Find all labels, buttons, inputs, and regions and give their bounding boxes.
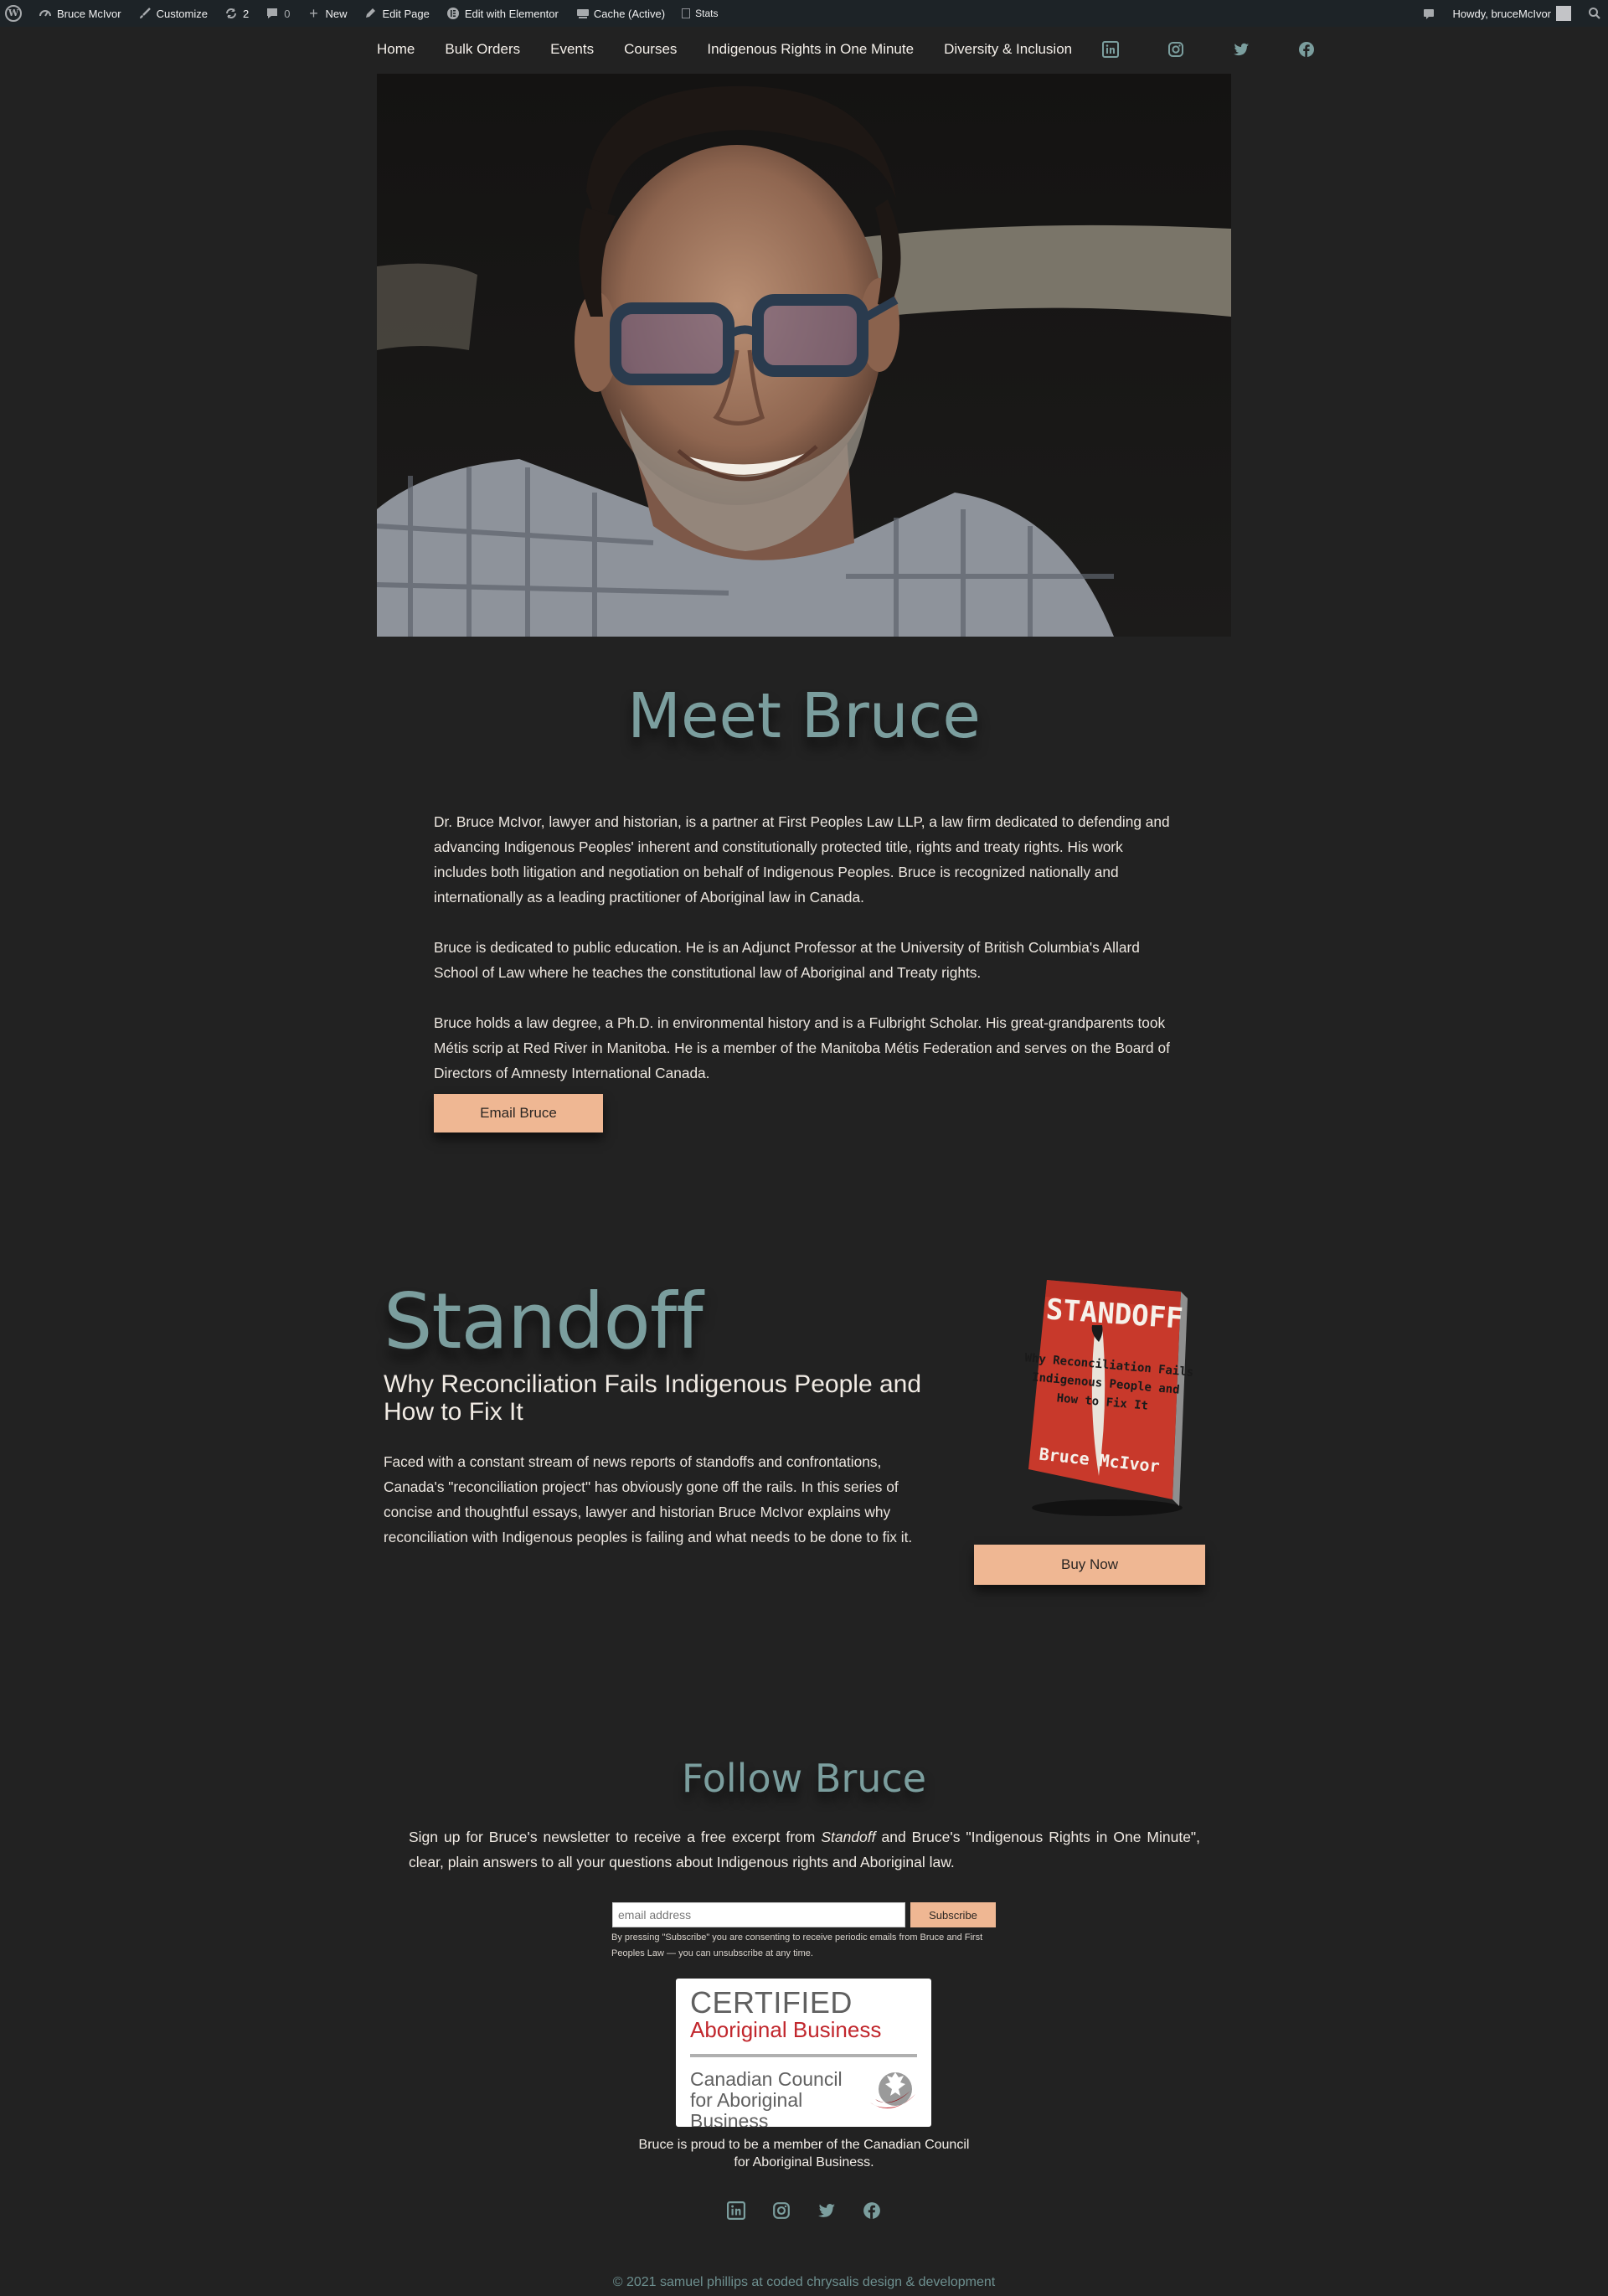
comments-count: 0 <box>284 7 291 20</box>
customize-label: Customize <box>156 7 208 20</box>
main-nav: Home Bulk Orders Events Courses Indigeno… <box>377 27 1315 72</box>
cert-line-aboriginal-business: Aboriginal Business <box>690 2017 882 2042</box>
follow-bruce-title: Follow Bruce <box>681 1756 927 1801</box>
email-bruce-button[interactable]: Email Bruce <box>434 1094 603 1133</box>
instagram-icon[interactable] <box>1167 41 1184 58</box>
elementor-icon <box>446 7 460 20</box>
edit-page-link[interactable]: Edit Page <box>355 0 437 27</box>
book-cover[interactable]: STANDOFF Why Reconciliation Fails Indige… <box>1015 1275 1199 1518</box>
linkedin-icon[interactable] <box>727 2201 745 2220</box>
my-account-menu[interactable]: Howdy, bruceMcIvor <box>1444 0 1580 27</box>
book-title: Standoff <box>384 1277 704 1366</box>
nav-item-home[interactable]: Home <box>377 41 415 58</box>
cache-menu[interactable]: Cache (Active) <box>567 0 673 27</box>
wordpress-icon: W <box>5 5 22 22</box>
cert-divider <box>690 2054 917 2057</box>
nav-item-diversity-inclusion[interactable]: Diversity & Inclusion <box>944 41 1072 58</box>
header-social-links <box>1102 41 1345 58</box>
linkedin-icon[interactable] <box>1102 41 1120 58</box>
notifications-link[interactable] <box>1414 0 1444 27</box>
portrait-illustration <box>377 74 1231 637</box>
nav-item-bulk-orders[interactable]: Bulk Orders <box>445 41 520 58</box>
site-name-menu[interactable]: Bruce McIvor <box>30 0 130 27</box>
comments-link[interactable]: 0 <box>257 0 298 27</box>
stats-link[interactable]: Stats <box>673 0 726 27</box>
admin-search[interactable] <box>1580 0 1608 27</box>
cert-line-certified: CERTIFIED <box>690 1985 853 2020</box>
plus-icon: + <box>309 5 318 22</box>
bio-paragraph: Bruce is dedicated to public education. … <box>434 939 1140 981</box>
book-description: Faced with a constant stream of news rep… <box>384 1453 913 1545</box>
cache-label: Cache (Active) <box>593 7 666 20</box>
membership-caption: Bruce is proud to be a member of the Can… <box>638 2138 970 2170</box>
footer-social-links <box>727 2201 881 2220</box>
updates-link[interactable]: 2 <box>216 0 257 27</box>
new-label: New <box>325 7 348 20</box>
nav-item-courses[interactable]: Courses <box>624 41 677 58</box>
updates-icon <box>224 7 238 20</box>
howdy-label: Howdy, bruceMcIvor <box>1452 7 1551 20</box>
updates-count: 2 <box>243 7 250 20</box>
newsletter-email-input[interactable] <box>612 1902 905 1927</box>
book-cover-art: STANDOFF Why Reconciliation Fails Indige… <box>1024 1280 1194 1516</box>
edit-elementor-label: Edit with Elementor <box>464 7 559 20</box>
paintbrush-icon <box>138 7 152 20</box>
copyright-text: © 2021 samuel phillips at coded chrysali… <box>612 2275 996 2289</box>
wp-logo-menu[interactable]: W <box>0 0 30 27</box>
facebook-icon[interactable] <box>863 2201 881 2220</box>
edit-page-label: Edit Page <box>382 7 430 20</box>
notification-icon <box>1422 7 1435 20</box>
ccab-certification-badge[interactable]: CERTIFIED Aboriginal Business Canadian C… <box>676 1979 931 2127</box>
edit-elementor-link[interactable]: Edit with Elementor <box>438 0 567 27</box>
hero-portrait <box>377 74 1231 637</box>
facebook-icon[interactable] <box>1298 41 1315 58</box>
customize-link[interactable]: Customize <box>130 0 216 27</box>
twitter-icon[interactable] <box>1233 41 1250 58</box>
newsletter-description: Sign up for Bruce's newsletter to receiv… <box>409 1824 1200 1875</box>
comment-icon <box>265 7 279 20</box>
broken-image-icon <box>682 8 691 18</box>
meet-bruce-title: Meet Bruce <box>627 680 981 752</box>
twitter-icon[interactable] <box>817 2201 836 2220</box>
nav-item-indigenous-rights[interactable]: Indigenous Rights in One Minute <box>707 41 914 58</box>
bio-text: Dr. Bruce McIvor, lawyer and historian, … <box>434 809 1171 1111</box>
dashboard-icon <box>39 7 52 20</box>
subscribe-button[interactable]: Subscribe <box>910 1902 996 1927</box>
new-content-menu[interactable]: + New <box>298 0 355 27</box>
stats-label: Stats <box>695 8 719 19</box>
avatar <box>1556 6 1571 21</box>
cert-line-council: Canadian Council for Aboriginal Business <box>690 2068 843 2128</box>
cache-icon <box>575 7 589 20</box>
signup-book-title: Standoff <box>821 1829 876 1845</box>
book-subtitle: Why Reconciliation Fails Indigenous Peop… <box>384 1370 922 1426</box>
signup-text-pre: Sign up for Bruce's newsletter to receiv… <box>409 1829 822 1845</box>
search-icon <box>1588 7 1601 20</box>
wp-admin-bar: W Bruce McIvor Customize 2 0 + New Edit … <box>0 0 1608 27</box>
site-name-label: Bruce McIvor <box>57 7 121 20</box>
consent-text: By pressing "Subscribe" you are consenti… <box>611 1932 983 1958</box>
bio-paragraph: Dr. Bruce McIvor, lawyer and historian, … <box>434 813 1170 906</box>
bio-paragraph: Bruce holds a law degree, a Ph.D. in env… <box>434 1014 1170 1081</box>
buy-now-button[interactable]: Buy Now <box>974 1545 1205 1585</box>
nav-item-events[interactable]: Events <box>550 41 594 58</box>
pencil-icon <box>363 7 377 20</box>
ccab-logo-icon <box>870 2072 915 2109</box>
instagram-icon[interactable] <box>772 2201 791 2220</box>
